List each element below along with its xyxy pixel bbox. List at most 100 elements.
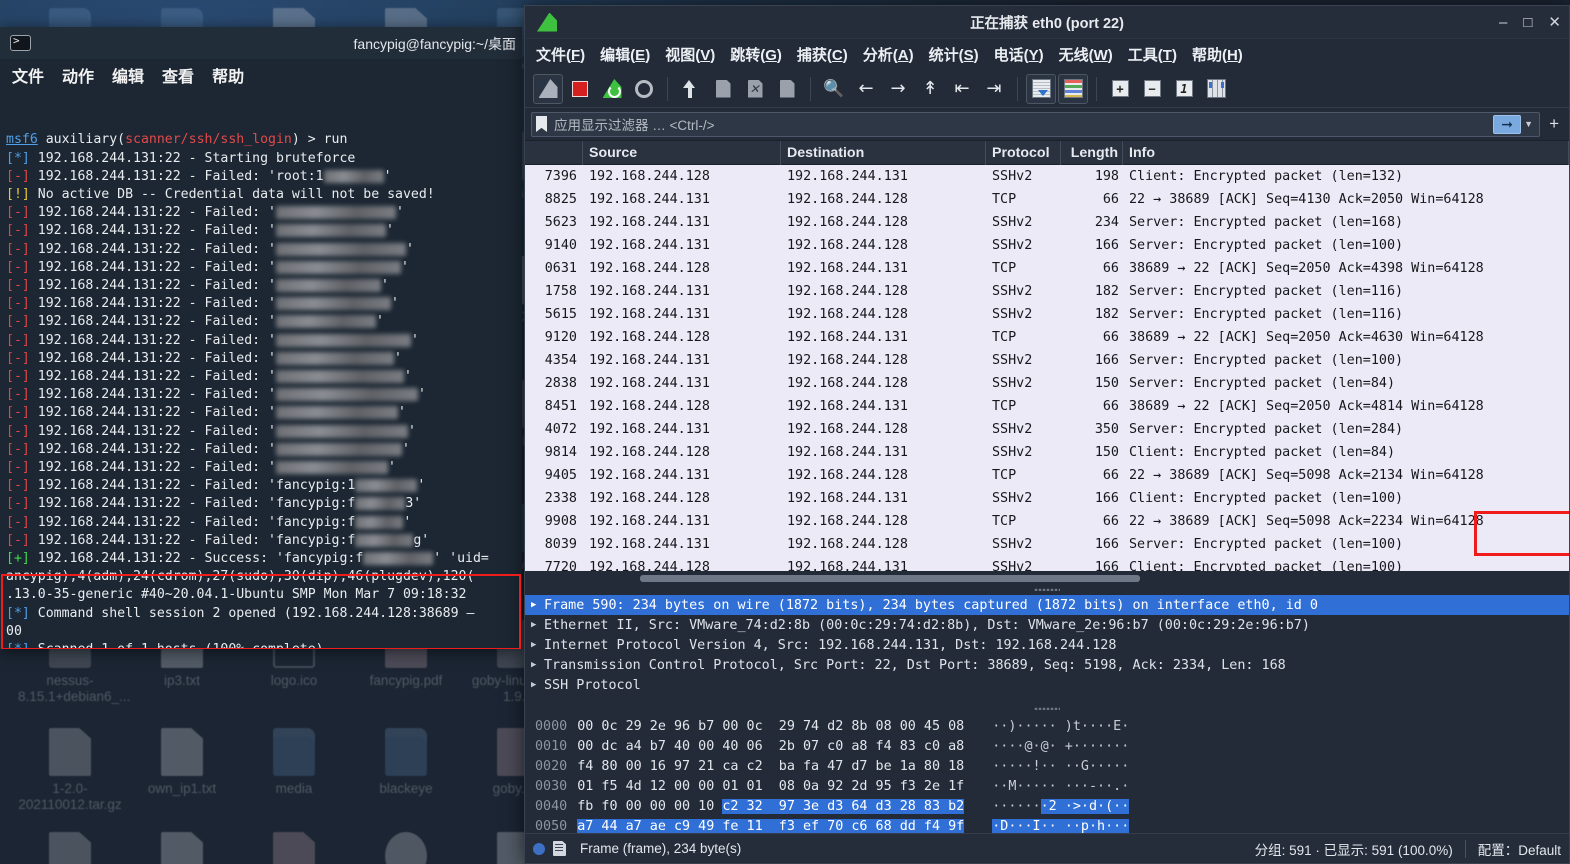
packet-detail-pane[interactable]: ▶ Frame 590: 234 bytes on wire (1872 bits… — [525, 594, 1569, 704]
packet-row[interactable]: 8451 192.168.244.128 192.168.244.131 TCP 66 3… — [525, 395, 1569, 418]
packet-column-header-Info[interactable]: Info — [1123, 141, 1569, 165]
wireshark-titlebar[interactable]: 正在捕获 eth0 (port 22) – □ ✕ — [525, 6, 1569, 39]
capture-file-icon[interactable] — [553, 841, 566, 856]
protocol-tree-row[interactable]: ▶ Internet Protocol Version 4, Src: 192.1… — [525, 635, 1569, 655]
packet-list-horizontal-scrollbar[interactable] — [525, 571, 1569, 585]
expand-triangle-icon[interactable]: ▶ — [531, 680, 544, 690]
add-filter-button[interactable]: + — [1545, 114, 1563, 134]
packet-list-header[interactable]: Source Destination Protocol Length Info — [525, 141, 1569, 165]
zoom-in-icon[interactable]: + — [1105, 74, 1135, 104]
zoom-out-icon[interactable]: − — [1137, 74, 1167, 104]
save-file-icon[interactable] — [708, 74, 738, 104]
packet-row[interactable]: 5623 192.168.244.131 192.168.244.128 SSHv2 2… — [525, 211, 1569, 234]
hex-dump-row[interactable]: 0050 a7 44 a7 ae c9 49 fe 11 f3 ef 70 c6 … — [525, 816, 1569, 833]
pane-splitter-2[interactable] — [525, 704, 1569, 713]
packet-row[interactable]: 1758 192.168.244.131 192.168.244.128 SSHv2 1… — [525, 280, 1569, 303]
go-forward-icon[interactable]: → — [883, 74, 913, 104]
expand-triangle-icon[interactable]: ▶ — [531, 600, 544, 610]
terminal-menu-item-0[interactable]: 文件 — [12, 63, 44, 87]
resize-columns-icon[interactable] — [1201, 74, 1231, 104]
wireshark-window[interactable]: 正在捕获 eth0 (port 22) – □ ✕ 文件(F) 编辑(E) 视图(V… — [524, 5, 1570, 864]
zoom-reset-icon[interactable]: 1 — [1169, 74, 1199, 104]
status-profile[interactable]: 配置：Default — [1478, 839, 1561, 859]
packet-row[interactable]: 4072 192.168.244.131 192.168.244.128 SSHv2 3… — [525, 418, 1569, 441]
ws-menu-item-2[interactable]: 视图(V) — [665, 44, 715, 65]
expand-triangle-icon[interactable]: ▶ — [531, 640, 544, 650]
terminal-output[interactable]: msf6 auxiliary(scanner/ssh/ssh_login) > … — [0, 91, 522, 649]
ws-menu-item-5[interactable]: 分析(A) — [863, 44, 914, 65]
reload-file-icon[interactable] — [772, 74, 802, 104]
packet-column-header-Protocol[interactable]: Protocol — [986, 141, 1061, 165]
terminal-menu-item-2[interactable]: 编辑 — [112, 63, 144, 87]
terminal-menubar[interactable]: 文件 动作 编辑 查看 帮助 — [0, 59, 522, 91]
stop-capture-icon[interactable] — [565, 74, 595, 104]
restart-capture-icon[interactable] — [597, 74, 627, 104]
desktop-icon[interactable] — [354, 832, 458, 864]
ws-menu-item-6[interactable]: 统计(S) — [929, 44, 979, 65]
open-file-icon[interactable] — [676, 74, 706, 104]
packet-list-pane[interactable]: Source Destination Protocol Length Info 7396… — [525, 140, 1569, 585]
packet-row[interactable]: 5615 192.168.244.131 192.168.244.128 SSHv2 1… — [525, 303, 1569, 326]
desktop-icon[interactable]: blackeye — [354, 728, 458, 797]
hex-dump-row[interactable]: 0040 fb f0 00 00 00 10 c2 32 97 3e d3 64 … — [525, 796, 1569, 816]
desktop-icon[interactable]: media — [242, 728, 346, 797]
protocol-tree-row[interactable]: ▶ Frame 590: 234 bytes on wire (1872 bits… — [525, 595, 1569, 615]
hex-dump-row[interactable]: 0000 00 0c 29 2e 96 b7 00 0c 29 74 d2 8b … — [525, 716, 1569, 736]
packet-row[interactable]: 8039 192.168.244.131 192.168.244.128 SSHv2 1… — [525, 533, 1569, 556]
expand-triangle-icon[interactable]: ▶ — [531, 620, 544, 630]
packet-column-header-no[interactable] — [525, 141, 583, 165]
go-first-packet-icon[interactable]: ⇤ — [947, 74, 977, 104]
ws-menu-item-10[interactable]: 帮助(H) — [1192, 44, 1243, 65]
auto-scroll-icon[interactable] — [1026, 73, 1056, 104]
capture-status-indicator-icon[interactable] — [533, 842, 545, 855]
packet-column-header-Destination[interactable]: Destination — [781, 141, 986, 165]
desktop-icon[interactable] — [242, 832, 346, 864]
go-last-packet-icon[interactable]: ⇥ — [979, 74, 1009, 104]
wireshark-toolbar[interactable]: 🔍 ← → ↟ ⇤ ⇥ + − 1 — [525, 70, 1569, 108]
filter-bookmark-icon[interactable] — [536, 116, 547, 132]
display-filter-input[interactable]: 应用显示过滤器 … <Ctrl-/> ➞ ▼ — [531, 111, 1541, 137]
capture-options-icon[interactable] — [629, 74, 659, 104]
packet-row[interactable]: 0631 192.168.244.128 192.168.244.131 TCP 66 3… — [525, 257, 1569, 280]
protocol-tree-row[interactable]: ▶ Transmission Control Protocol, Src Port… — [525, 655, 1569, 675]
packet-row[interactable]: 9405 192.168.244.131 192.168.244.128 TCP 66 2… — [525, 464, 1569, 487]
ws-menu-item-4[interactable]: 捕获(C) — [797, 44, 848, 65]
packet-row[interactable]: 9814 192.168.244.128 192.168.244.131 SSHv2 1… — [525, 441, 1569, 464]
packet-row[interactable]: 9140 192.168.244.131 192.168.244.128 SSHv2 1… — [525, 234, 1569, 257]
desktop-icon[interactable] — [18, 832, 122, 864]
maximize-button[interactable]: □ — [1523, 15, 1532, 30]
protocol-tree-row[interactable]: ▶ Ethernet II, Src: VMware_74:d2:8b (00:0… — [525, 615, 1569, 635]
terminal-menu-item-4[interactable]: 帮助 — [212, 63, 244, 87]
packet-row[interactable]: 9908 192.168.244.131 192.168.244.128 TCP 66 2… — [525, 510, 1569, 533]
ws-menu-item-7[interactable]: 电话(Y) — [994, 44, 1044, 65]
ws-menu-item-9[interactable]: 工具(T) — [1128, 44, 1177, 65]
find-packet-icon[interactable]: 🔍 — [819, 74, 849, 104]
desktop-icon[interactable]: own_ip1.txt — [130, 728, 234, 797]
ws-menu-item-1[interactable]: 编辑(E) — [600, 44, 650, 65]
hex-dump-row[interactable]: 0020 f4 80 00 16 97 21 ca c2 ba fa 47 d7 … — [525, 756, 1569, 776]
display-filter-bar[interactable]: 应用显示过滤器 … <Ctrl-/> ➞ ▼ + — [525, 108, 1569, 140]
terminal-window[interactable]: fancypig@fancypig:~/桌面 文件动作编辑查看帮助 msf6 a… — [0, 27, 522, 649]
desktop-icon[interactable]: 1-2.0-202110012.tar.gz — [18, 728, 122, 813]
packet-row[interactable]: 4354 192.168.244.131 192.168.244.128 SSHv2 1… — [525, 349, 1569, 372]
packet-row[interactable]: 7396 192.168.244.128 192.168.244.131 SSHv2 1… — [525, 165, 1569, 188]
packet-bytes-pane[interactable]: 0000 00 0c 29 2e 96 b7 00 0c 29 74 d2 8b … — [525, 713, 1569, 833]
hex-dump-row[interactable]: 0030 01 f5 4d 12 00 00 01 01 08 0a 92 2d … — [525, 776, 1569, 796]
close-file-icon[interactable] — [740, 74, 770, 104]
ws-menu-item-0[interactable]: 文件(F) — [536, 44, 585, 65]
packet-row[interactable]: 2838 192.168.244.131 192.168.244.128 SSHv2 1… — [525, 372, 1569, 395]
start-capture-icon[interactable] — [533, 73, 563, 104]
scrollbar-thumb[interactable] — [640, 575, 1140, 582]
terminal-titlebar[interactable]: fancypig@fancypig:~/桌面 — [0, 27, 522, 59]
go-back-icon[interactable]: ← — [851, 74, 881, 104]
minimize-button[interactable]: – — [1499, 15, 1507, 30]
close-button[interactable]: ✕ — [1548, 15, 1561, 30]
hex-dump-row[interactable]: 0010 00 dc a4 b7 40 00 40 06 2b 07 c0 a8 … — [525, 736, 1569, 756]
colorize-icon[interactable] — [1058, 73, 1088, 104]
go-to-packet-icon[interactable]: ↟ — [915, 74, 945, 104]
pane-splitter-1[interactable] — [525, 585, 1569, 594]
desktop-icon[interactable] — [130, 832, 234, 864]
packet-row[interactable]: 2338 192.168.244.128 192.168.244.131 SSHv2 1… — [525, 487, 1569, 510]
terminal-menu-item-1[interactable]: 动作 — [62, 63, 94, 87]
protocol-tree-row[interactable]: ▶ SSH Protocol — [525, 675, 1569, 695]
